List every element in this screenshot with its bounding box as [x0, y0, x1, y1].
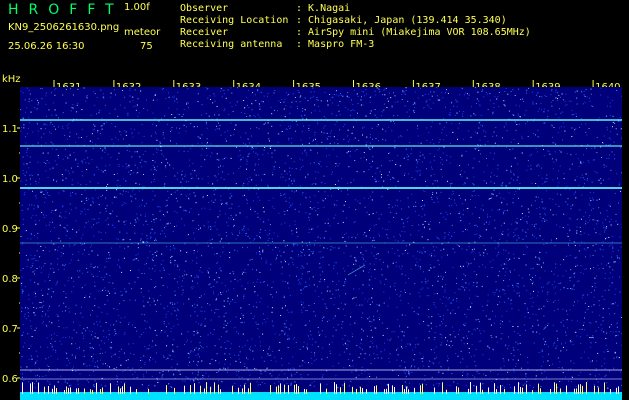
y-tick-label: 0.8	[2, 274, 18, 285]
info-value-receiver: : AirSpy mini (Miakejima VOR 108.65MHz)	[296, 27, 531, 38]
hrofft-window: HROFFT 1.00f KN9_2506261630.png meteor 2…	[0, 0, 629, 400]
info-key-location: Receiving Location	[180, 15, 289, 26]
observation-datetime: 25.06.26 16:30	[8, 41, 85, 52]
meteor-count: 75	[140, 41, 153, 52]
y-axis-unit: kHz	[2, 74, 21, 85]
spectrogram-canvas	[20, 87, 622, 400]
y-tick-label: 1.1	[2, 124, 18, 135]
info-value-antenna: : Maspro FM-3	[296, 39, 375, 50]
spectrogram-plot	[20, 87, 622, 400]
y-tick-label: 1.0	[2, 174, 18, 185]
info-key-antenna: Receiving antenna	[180, 39, 283, 50]
y-tick-label: 0.7	[2, 324, 18, 335]
info-key-receiver: Receiver	[180, 27, 229, 38]
y-tick-label: 0.6	[2, 374, 18, 385]
file-name: KN9_2506261630.png	[8, 22, 120, 33]
meteor-label: meteor	[124, 27, 161, 38]
app-title: HROFFT	[8, 2, 124, 18]
info-value-location: : Chigasaki, Japan (139.414 35.340)	[296, 15, 507, 26]
y-tick-label: 0.9	[2, 224, 18, 235]
info-key-observer: Observer	[180, 3, 229, 14]
version-label: 1.00f	[124, 2, 150, 13]
info-value-observer: : K.Nagai	[296, 3, 351, 14]
